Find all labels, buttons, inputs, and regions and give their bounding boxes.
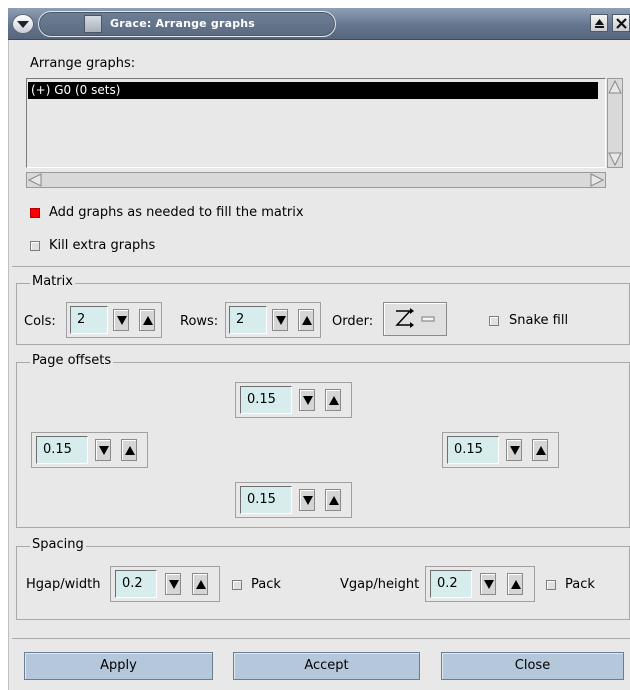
maximize-icon	[595, 19, 604, 28]
offset-left-decrement-button[interactable]	[95, 439, 111, 461]
kill-extra-label: Kill extra graphs	[49, 238, 156, 253]
vgap-label: Vgap/height	[340, 577, 420, 592]
close-icon	[616, 18, 627, 29]
accept-button[interactable]: Accept	[233, 652, 420, 680]
vgap-pack-label: Pack	[565, 577, 595, 592]
window-menu-button[interactable]	[12, 14, 34, 34]
arrow-down-icon	[276, 316, 286, 325]
vgap-input[interactable]: 0.2	[430, 570, 472, 598]
window-title: Grace: Arrange graphs	[110, 17, 256, 30]
close-button[interactable]	[612, 14, 630, 32]
order-zigzag-icon	[395, 308, 435, 328]
offset-bottom-increment-button[interactable]	[325, 489, 341, 511]
vgap-increment-button[interactable]	[507, 573, 523, 595]
arrow-down-icon	[303, 496, 313, 505]
hgap-pack-label: Pack	[251, 577, 281, 592]
arrow-up-icon	[536, 446, 546, 455]
offset-top-decrement-button[interactable]	[299, 389, 315, 411]
spacing-title: Spacing	[30, 537, 86, 552]
kill-extra-toggle[interactable]	[30, 241, 40, 251]
offset-top-increment-button[interactable]	[325, 389, 341, 411]
hgap-pack-toggle[interactable]	[232, 580, 242, 590]
hgap-increment-button[interactable]	[192, 573, 208, 595]
cols-input[interactable]: 2	[70, 306, 108, 334]
add-graphs-label: Add graphs as needed to fill the matrix	[49, 205, 304, 220]
cols-label: Cols:	[24, 314, 56, 329]
add-graphs-toggle[interactable]	[30, 208, 40, 218]
order-label: Order:	[332, 314, 374, 329]
graph-list-horizontal-scrollbar[interactable]	[26, 172, 606, 188]
offset-right-input[interactable]: 0.15	[447, 436, 499, 464]
arrow-down-icon	[510, 446, 520, 455]
offset-right-increment-button[interactable]	[532, 439, 548, 461]
cols-increment-button[interactable]	[139, 309, 155, 331]
arrow-down-icon	[484, 580, 494, 589]
spacing-frame	[16, 546, 630, 620]
rows-decrement-button[interactable]	[272, 309, 288, 331]
chevron-down-icon	[17, 21, 29, 28]
arrow-up-icon	[511, 580, 521, 589]
arrow-down-icon	[117, 316, 127, 325]
arrow-up-icon	[125, 446, 135, 455]
section-divider	[12, 638, 630, 639]
hgap-decrement-button[interactable]	[165, 573, 181, 595]
offset-bottom-input[interactable]: 0.15	[240, 486, 292, 514]
scroll-arrows-icon	[27, 173, 605, 187]
apply-button[interactable]: Apply	[24, 652, 213, 680]
scroll-arrows-icon	[608, 79, 622, 167]
vgap-pack-toggle[interactable]	[546, 580, 556, 590]
arrange-graphs-label: Arrange graphs:	[30, 56, 136, 71]
offset-top-input[interactable]: 0.15	[240, 386, 292, 414]
order-option-menu[interactable]	[383, 302, 447, 336]
list-item-selected[interactable]: (+) G0 (0 sets)	[28, 82, 598, 99]
arrow-up-icon	[143, 316, 153, 325]
arrow-up-icon	[302, 316, 312, 325]
offset-right-decrement-button[interactable]	[506, 439, 522, 461]
rows-label: Rows:	[180, 314, 219, 329]
rows-input[interactable]: 2	[229, 306, 267, 334]
offset-left-input[interactable]: 0.15	[36, 436, 88, 464]
arrow-down-icon	[99, 446, 109, 455]
matrix-title: Matrix	[30, 274, 75, 289]
section-divider	[12, 266, 630, 267]
offset-bottom-decrement-button[interactable]	[299, 489, 315, 511]
grace-app-icon	[84, 15, 102, 33]
rows-increment-button[interactable]	[298, 309, 314, 331]
graph-list-vertical-scrollbar[interactable]	[607, 78, 623, 168]
page-offsets-title: Page offsets	[30, 353, 114, 368]
arrow-up-icon	[329, 396, 339, 405]
arrow-down-icon	[169, 580, 179, 589]
arrow-up-icon	[196, 580, 206, 589]
snake-fill-toggle[interactable]	[489, 316, 499, 326]
close-button-bottom[interactable]: Close	[441, 652, 624, 680]
cols-decrement-button[interactable]	[113, 309, 129, 331]
snake-fill-label: Snake fill	[509, 313, 569, 328]
offset-left-increment-button[interactable]	[121, 439, 137, 461]
hgap-label: Hgap/width	[26, 577, 101, 592]
arrow-down-icon	[303, 396, 313, 405]
maximize-button[interactable]	[590, 14, 608, 32]
hgap-input[interactable]: 0.2	[115, 570, 157, 598]
arrow-up-icon	[329, 496, 339, 505]
vgap-decrement-button[interactable]	[480, 573, 496, 595]
